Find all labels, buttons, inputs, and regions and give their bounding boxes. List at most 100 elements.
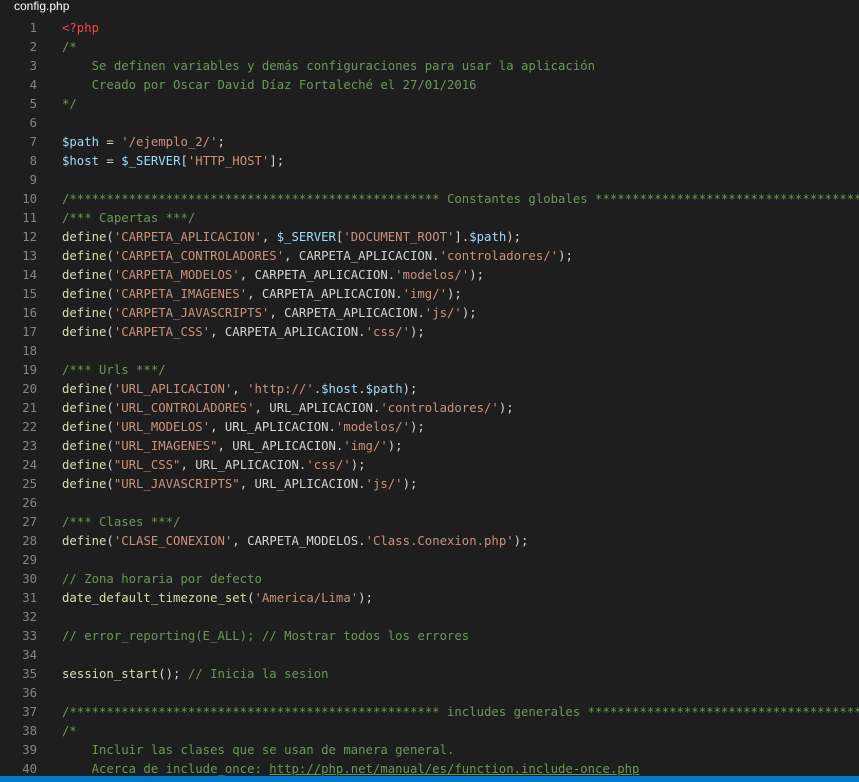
- code-token: 'CARPETA_IMAGENES': [113, 287, 248, 301]
- code-line[interactable]: 28 define('CLASE_CONEXION', CARPETA_MODEL…: [0, 532, 859, 551]
- line-number: 4: [29, 78, 37, 92]
- code-token[interactable]: http://php.net/manual/es/function.includ…: [269, 762, 639, 776]
- code-token: , CARPETA_APLICACION.: [247, 287, 403, 301]
- code-token: (: [106, 230, 114, 244]
- code-line[interactable]: 12 define('CARPETA_APLICACION', $_SERVER[…: [0, 228, 859, 247]
- code-token: Creado por Oscar David Díaz Fortaleché e…: [62, 78, 477, 92]
- code-editor[interactable]: 1 <?php 2 /* 3 Se definen variables y demás …: [0, 14, 859, 776]
- code-line[interactable]: 38 /*: [0, 722, 859, 741]
- code-token: define: [62, 268, 107, 282]
- code-token: 'modelos/': [395, 268, 470, 282]
- code-text: /***************************************…: [62, 703, 859, 722]
- line-number: 12: [22, 230, 37, 244]
- code-token: );: [409, 325, 425, 339]
- code-line[interactable]: 11 /*** Capertas ***/: [0, 209, 859, 228]
- code-line[interactable]: 1 <?php: [0, 19, 859, 38]
- code-line[interactable]: 22 define('URL_MODELOS', URL_APLICACION.'…: [0, 418, 859, 437]
- code-token: 'js/': [365, 477, 403, 491]
- code-text: define('URL_CONTROLADORES', URL_APLICACI…: [62, 399, 514, 418]
- code-line[interactable]: 16 define('CARPETA_JAVASCRIPTS', CARPETA_…: [0, 304, 859, 323]
- code-line[interactable]: 23 define("URL_IMAGENES", URL_APLICACION.…: [0, 437, 859, 456]
- code-token: 'Class.Conexion.php': [365, 534, 514, 548]
- code-line[interactable]: 31 date_default_timezone_set('America/Lim…: [0, 589, 859, 608]
- tab-bar: config.php: [0, 0, 859, 14]
- tab-config-php[interactable]: config.php: [0, 0, 82, 14]
- code-token: (: [106, 306, 114, 320]
- code-token: define: [62, 249, 107, 263]
- code-line[interactable]: 36: [0, 684, 859, 703]
- code-text: /*: [62, 38, 77, 57]
- code-token: Se definen variables y demás configuraci…: [62, 59, 596, 73]
- line-number: 39: [22, 743, 37, 757]
- code-line[interactable]: 2 /*: [0, 38, 859, 57]
- code-line[interactable]: 4 Creado por Oscar David Díaz Fortaleché…: [0, 76, 859, 95]
- line-number: 13: [22, 249, 37, 263]
- code-text: // Zona horaria por defecto: [62, 570, 262, 589]
- code-line[interactable]: 8 $host = $_SERVER['HTTP_HOST'];: [0, 152, 859, 171]
- code-line[interactable]: 21 define('URL_CONTROLADORES', URL_APLICA…: [0, 399, 859, 418]
- code-line[interactable]: 3 Se definen variables y demás configura…: [0, 57, 859, 76]
- line-number: 7: [29, 135, 37, 149]
- line-number: 8: [29, 154, 37, 168]
- code-token: date_default_timezone_set: [62, 591, 248, 605]
- code-line[interactable]: 37 /*************************************…: [0, 703, 859, 722]
- code-text: /*** Capertas ***/: [62, 209, 195, 228]
- line-number: 20: [22, 382, 37, 396]
- line-number: 17: [22, 325, 37, 339]
- line-number: 26: [22, 496, 37, 510]
- code-line[interactable]: 25 define("URL_JAVASCRIPTS", URL_APLICACI…: [0, 475, 859, 494]
- code-token: ();: [158, 667, 188, 681]
- code-token: define: [62, 382, 107, 396]
- code-token: [: [180, 154, 188, 168]
- code-line[interactable]: 32: [0, 608, 859, 627]
- code-text: $path = '/ejemplo_2/';: [62, 133, 225, 152]
- code-line[interactable]: 26: [0, 494, 859, 513]
- code-token: (: [247, 591, 255, 605]
- code-line[interactable]: 17 define('CARPETA_CSS', CARPETA_APLICACI…: [0, 323, 859, 342]
- code-token: (: [106, 458, 114, 472]
- code-token: 'CARPETA_JAVASCRIPTS': [113, 306, 270, 320]
- code-line[interactable]: 29: [0, 551, 859, 570]
- code-line[interactable]: 33 // error_reporting(E_ALL); // Mostrar …: [0, 627, 859, 646]
- code-token: "URL_IMAGENES": [113, 439, 218, 453]
- code-line[interactable]: 6: [0, 114, 859, 133]
- code-token: '/ejemplo_2/': [121, 135, 218, 149]
- code-line[interactable]: 20 define('URL_APLICACION', 'http://'.$ho…: [0, 380, 859, 399]
- code-token: ];: [269, 154, 285, 168]
- code-token: 'http://': [247, 382, 314, 396]
- code-line[interactable]: 5 */: [0, 95, 859, 114]
- code-line[interactable]: 24 define("URL_CSS", URL_APLICACION.'css/…: [0, 456, 859, 475]
- code-text: define("URL_CSS", URL_APLICACION.'css/')…: [62, 456, 366, 475]
- code-token: $path: [469, 230, 507, 244]
- line-number: 9: [29, 173, 37, 187]
- code-line[interactable]: 14 define('CARPETA_MODELOS', CARPETA_APLI…: [0, 266, 859, 285]
- code-line[interactable]: 35 session_start(); // Inicia la sesion: [0, 665, 859, 684]
- code-token: , CARPETA_APLICACION.: [269, 306, 425, 320]
- code-token: 'CLASE_CONEXION': [113, 534, 233, 548]
- code-token: );: [469, 268, 485, 282]
- code-token: (: [106, 287, 114, 301]
- code-line[interactable]: 13 define('CARPETA_CONTROLADORES', CARPET…: [0, 247, 859, 266]
- code-text: define('CARPETA_MODELOS', CARPETA_APLICA…: [62, 266, 484, 285]
- code-text: Se definen variables y demás configuraci…: [62, 57, 595, 76]
- code-text: define('CLASE_CONEXION', CARPETA_MODELOS…: [62, 532, 528, 551]
- code-line[interactable]: 18: [0, 342, 859, 361]
- code-token: define: [62, 401, 107, 415]
- code-token: 'DOCUMENT_ROOT': [343, 230, 455, 244]
- code-token: 'img/': [402, 287, 447, 301]
- code-line[interactable]: 7 $path = '/ejemplo_2/';: [0, 133, 859, 152]
- code-line[interactable]: 9: [0, 171, 859, 190]
- code-line[interactable]: 10 /*************************************…: [0, 190, 859, 209]
- code-line[interactable]: 30 // Zona horaria por defecto: [0, 570, 859, 589]
- code-text: define('CARPETA_APLICACION', $_SERVER['D…: [62, 228, 521, 247]
- code-token: "URL_CSS": [113, 458, 181, 472]
- line-number: 25: [22, 477, 37, 491]
- code-line[interactable]: 15 define('CARPETA_IMAGENES', CARPETA_APL…: [0, 285, 859, 304]
- code-token: (: [106, 477, 114, 491]
- code-line[interactable]: 40 Acerca de include_once: http://php.ne…: [0, 760, 859, 776]
- code-token: );: [558, 249, 573, 263]
- code-line[interactable]: 27 /*** Clases ***/: [0, 513, 859, 532]
- code-line[interactable]: 34: [0, 646, 859, 665]
- code-line[interactable]: 19 /*** Urls ***/: [0, 361, 859, 380]
- code-line[interactable]: 39 Incluir las clases que se usan de man…: [0, 741, 859, 760]
